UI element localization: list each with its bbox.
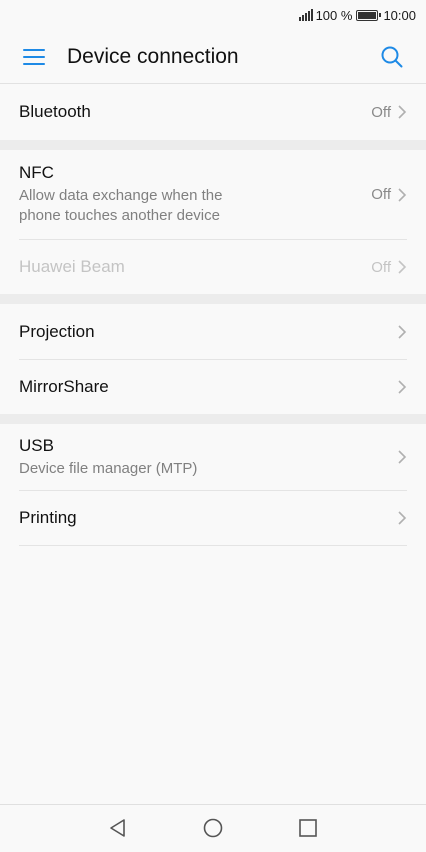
huawei-beam-label: Huawei Beam: [19, 257, 125, 276]
bluetooth-label: Bluetooth: [19, 102, 91, 121]
bluetooth-row[interactable]: Bluetooth Off: [19, 84, 407, 140]
battery-percentage: 100 %: [315, 7, 353, 23]
usb-mode: Device file manager (MTP): [19, 459, 198, 477]
section-gap: [0, 294, 426, 304]
printing-label: Printing: [19, 508, 77, 527]
mirrorshare-label: MirrorShare: [19, 377, 109, 396]
status-bar: 100 % 10:00: [0, 0, 426, 30]
page-title: Device connection: [67, 44, 239, 68]
chevron-right-icon: [398, 324, 407, 339]
menu-icon[interactable]: [23, 48, 45, 65]
section-gap: [0, 140, 426, 150]
battery-icon: [356, 9, 382, 21]
app-bar: Device connection: [0, 30, 426, 84]
chevron-right-icon: [398, 450, 407, 464]
usb-label: USB: [19, 435, 54, 455]
section-gap: [0, 414, 426, 424]
usb-row[interactable]: USB Device file manager (MTP): [19, 424, 407, 490]
printing-row[interactable]: Printing: [19, 491, 407, 545]
signal-icon: [298, 9, 313, 21]
chevron-right-icon: [398, 511, 407, 525]
huawei-beam-status: Off: [371, 258, 391, 276]
huawei-beam-row: Huawei Beam Off: [19, 240, 407, 294]
mirrorshare-row[interactable]: MirrorShare: [19, 360, 407, 414]
nfc-label: NFC: [19, 163, 54, 182]
chevron-right-icon: [398, 380, 407, 394]
nfc-description: Allow data exchange when the phone touch…: [19, 187, 223, 224]
back-icon[interactable]: [107, 817, 129, 839]
chevron-right-icon: [398, 187, 407, 202]
bluetooth-status: Off: [371, 103, 391, 121]
recents-icon[interactable]: [297, 817, 319, 839]
navigation-bar: [0, 804, 426, 852]
search-icon[interactable]: [380, 45, 404, 69]
chevron-right-icon: [398, 260, 407, 274]
projection-row[interactable]: Projection: [19, 304, 407, 359]
chevron-right-icon: [398, 105, 407, 119]
clock: 10:00: [383, 7, 416, 23]
home-icon[interactable]: [202, 817, 224, 839]
divider: [19, 545, 407, 546]
projection-label: Projection: [19, 321, 95, 341]
nfc-status: Off: [371, 186, 391, 203]
nfc-row[interactable]: NFC Allow data exchange when the phone t…: [19, 150, 407, 239]
